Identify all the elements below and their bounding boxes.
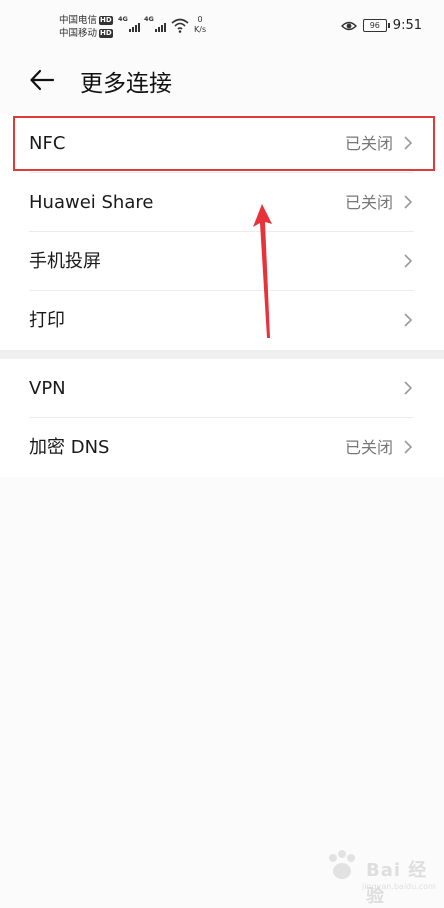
speed-unit: K/s [194, 25, 207, 34]
network-speed: 0 K/s [194, 15, 206, 35]
signal-indicators: 4G 4G [118, 15, 166, 35]
carrier-2: 中国移动 [59, 28, 98, 39]
chevron-right-icon [404, 440, 413, 454]
nfc-highlight-box [13, 116, 435, 171]
wifi-icon [171, 18, 189, 33]
setting-label: 加密 DNS [29, 437, 110, 458]
setting-status: 已关闭 [344, 438, 393, 457]
setting-item-screen-projection[interactable]: 手机投屏 [0, 232, 444, 291]
clock: 9:51 [392, 18, 422, 33]
signal-icon-1: 4G [118, 15, 140, 35]
section-divider [0, 350, 444, 359]
hd-badge-2: HD [99, 29, 113, 38]
eye-comfort-icon [340, 21, 357, 30]
right-status-group: 96 9:51 [340, 18, 422, 33]
annotation-arrow-icon [253, 204, 272, 338]
setting-label: VPN [29, 378, 66, 399]
speed-value: 0 [197, 15, 203, 24]
baidu-watermark: Bai 经验 jingyan.baidu.com [324, 848, 436, 907]
setting-item-huawei-share[interactable]: Huawei Share 已关闭 [0, 173, 444, 232]
chevron-right-icon [404, 313, 413, 327]
setting-item-encrypted-dns[interactable]: 加密 DNS 已关闭 [0, 418, 444, 477]
settings-group-2: VPN 加密 DNS 已关闭 [0, 359, 444, 477]
setting-label: 手机投屏 [29, 251, 101, 272]
hd-badge-1: HD [99, 16, 113, 25]
battery-icon: 96 [362, 19, 390, 32]
chevron-right-icon [404, 381, 413, 395]
watermark-url: jingyan.baidu.com [362, 882, 436, 891]
setting-item-vpn[interactable]: VPN [0, 359, 444, 418]
carrier-info: 中国电信 HD 中国移动 HD [59, 14, 113, 40]
page-title: 更多连接 [80, 71, 172, 97]
paw-logo-icon [329, 850, 355, 879]
arrow-left-icon[interactable] [28, 66, 56, 94]
chevron-right-icon [404, 254, 413, 268]
page-header: 更多连接 [0, 50, 444, 110]
chevron-right-icon [404, 195, 413, 209]
carrier-1: 中国电信 [59, 15, 98, 26]
setting-item-print[interactable]: 打印 [0, 291, 444, 350]
setting-label: 打印 [29, 310, 65, 331]
setting-label: Huawei Share [29, 192, 154, 213]
signal-icon-2: 4G [144, 15, 166, 35]
status-bar: 中国电信 HD 中国移动 HD 4G 4G 0 K/s 96 9:51 [0, 0, 444, 50]
network-type-2: 4G [144, 15, 154, 23]
network-type-1: 4G [118, 15, 128, 23]
setting-status: 已关闭 [344, 193, 393, 212]
